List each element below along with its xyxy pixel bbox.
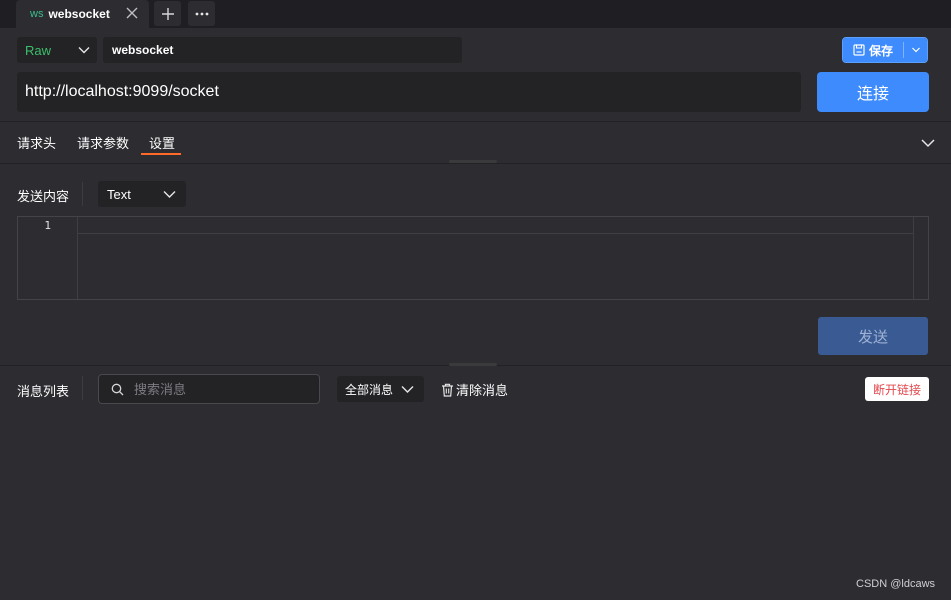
save-icon [853, 44, 865, 56]
save-dropdown-button[interactable] [904, 38, 927, 62]
content-type-select[interactable]: Text [98, 181, 186, 207]
tab-settings[interactable]: 设置 [149, 133, 175, 152]
save-button-label: 保存 [869, 43, 894, 58]
mode-select-value: Raw [25, 42, 52, 58]
url-input[interactable] [17, 72, 801, 112]
separator [82, 182, 83, 206]
trash-icon [442, 383, 453, 397]
line-number: 1 [44, 219, 51, 232]
divider [0, 121, 951, 122]
save-main-button[interactable]: 保存 [843, 38, 903, 62]
send-button[interactable]: 发送 [818, 317, 928, 355]
active-tab-indicator [141, 153, 181, 155]
editor-active-line[interactable] [77, 217, 914, 234]
disconnect-button[interactable]: 断开链接 [865, 377, 929, 401]
send-content-label: 发送内容 [17, 189, 70, 204]
chevron-down-icon [911, 47, 920, 53]
editor-gutter: 1 [18, 217, 78, 299]
tab-request-params[interactable]: 请求参数 [77, 133, 129, 152]
chevron-down-icon [163, 191, 176, 198]
tab-title: websocket [48, 7, 110, 21]
chevron-down-icon[interactable] [920, 136, 936, 150]
chevron-down-icon [78, 47, 90, 54]
more-icon [195, 12, 208, 15]
message-filter-value: 全部消息 [345, 382, 394, 397]
watermark: CSDN @ldcaws [856, 578, 936, 590]
message-search-input[interactable] [132, 380, 306, 398]
connect-button[interactable]: 连接 [817, 72, 929, 112]
editor-scrollbar[interactable] [913, 217, 928, 299]
message-editor[interactable]: 1 [17, 216, 929, 300]
plus-icon [161, 7, 174, 20]
message-search-box[interactable] [98, 374, 320, 404]
message-filter-select[interactable]: 全部消息 [337, 376, 424, 402]
tab-request-headers[interactable]: 请求头 [17, 133, 56, 152]
more-tabs-button[interactable] [188, 1, 215, 26]
message-list-label: 消息列表 [17, 384, 70, 399]
divider [0, 163, 951, 164]
clear-messages-button[interactable]: 清除消息 [441, 380, 508, 399]
separator [82, 376, 83, 400]
resize-handle[interactable] [449, 363, 497, 366]
resize-handle[interactable] [449, 160, 497, 163]
clear-messages-label: 清除消息 [456, 383, 509, 398]
tab-protocol-prefix: ws [30, 8, 44, 20]
request-tab[interactable]: ws websocket [16, 0, 149, 28]
content-type-value: Text [107, 186, 131, 202]
chevron-down-icon [401, 386, 414, 393]
save-button[interactable]: 保存 [842, 37, 928, 63]
new-tab-button[interactable] [154, 1, 181, 26]
close-icon[interactable] [125, 6, 139, 20]
search-icon [111, 383, 124, 395]
request-name-input[interactable] [103, 37, 462, 63]
mode-select[interactable]: Raw [17, 37, 97, 63]
